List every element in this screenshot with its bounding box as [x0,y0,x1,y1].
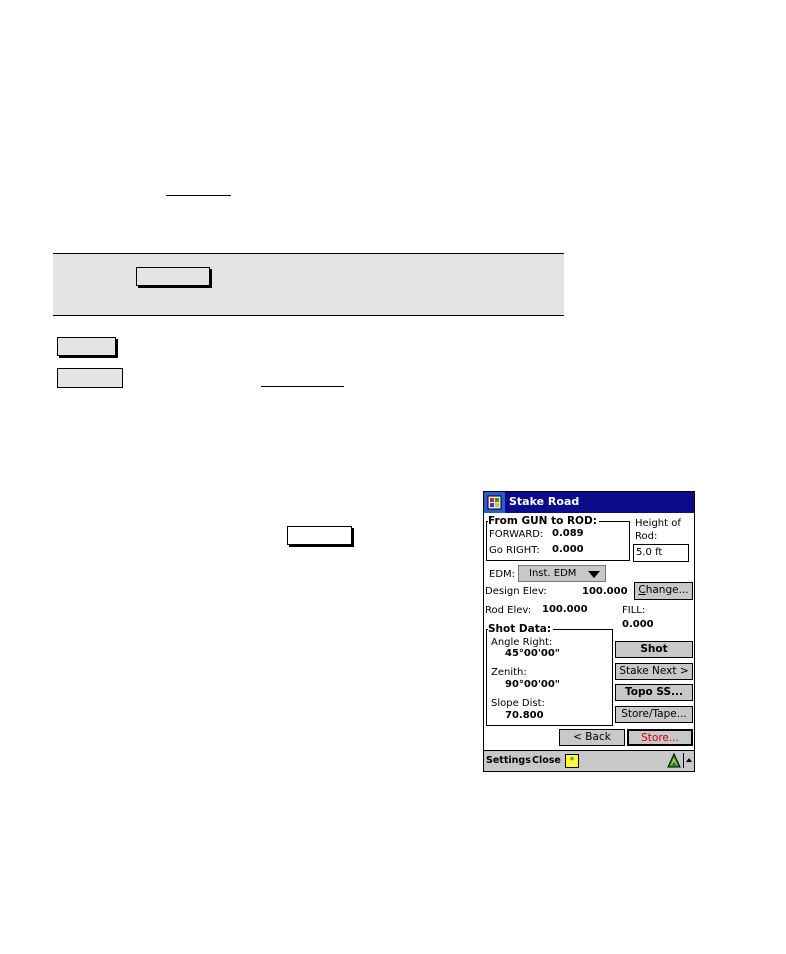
change-rest: hange... [645,584,689,596]
from-gun-label: From GUN to ROD: [488,515,599,527]
blank-key-box-4 [287,526,352,545]
keyboard-sip-icon[interactable]: * [565,754,579,768]
blank-key-box-3 [57,368,123,388]
topo-ss-button[interactable]: Topo SS... [615,684,693,701]
forward-label: FORWARD: [489,529,544,540]
blank-key-box-1 [136,267,210,286]
chevron-down-icon [588,571,600,578]
design-elev-value: 100.000 [582,586,628,597]
windows-flag-icon[interactable] [484,492,505,513]
title-bar: Stake Road [484,492,694,513]
taskbar: Settings Close * [484,750,694,771]
angle-right-label: Angle Right: [491,637,553,648]
blank-underline-1 [166,195,231,196]
shot-button[interactable]: Shot [615,641,693,658]
edm-label: EDM: [489,569,516,580]
height-of-rod-input[interactable]: 5.0 ft [633,544,689,562]
go-right-value: 0.000 [552,544,584,555]
store-button[interactable]: Store... [627,729,693,746]
edm-selected-value: Inst. EDM [529,568,577,579]
rod-elev-value: 100.000 [542,604,588,615]
window-title: Stake Road [509,495,580,508]
fill-label: FILL: [622,605,646,616]
change-button[interactable]: Change... [634,582,693,600]
stake-next-button[interactable]: Stake Next > [615,663,693,680]
fill-value: 0.000 [622,619,654,630]
height-of-rod-label: Height of [635,518,681,529]
triangle-status-icon[interactable] [667,752,681,771]
store-tape-button[interactable]: Store/Tape... [615,706,693,723]
up-arrow-icon[interactable] [686,758,692,762]
zenith-label: Zenith: [491,667,527,678]
height-of-rod-label-2: Rod: [635,531,658,542]
divider [683,753,684,768]
design-elev-label: Design Elev: [485,586,547,597]
forward-value: 0.089 [552,528,584,539]
device-screen: Stake Road From GUN to ROD: FORWARD: 0.0… [483,491,695,772]
shaded-band [53,253,564,316]
edm-dropdown[interactable]: Inst. EDM [518,565,606,582]
slope-dist-label: Slope Dist: [491,698,545,709]
angle-right-value: 45°00'00" [505,648,561,659]
shot-data-label: Shot Data: [488,623,554,635]
slope-dist-value: 70.800 [505,710,544,721]
blank-underline-2 [261,386,344,387]
back-button[interactable]: < Back [559,729,625,746]
go-right-label: Go RIGHT: [489,545,540,556]
zenith-value: 90°00'00" [505,679,561,690]
settings-menu[interactable]: Settings [486,755,531,766]
blank-key-box-2 [57,337,116,356]
rod-elev-label: Rod Elev: [485,605,532,616]
change-mnemonic: C [638,584,646,596]
close-menu[interactable]: Close [532,755,561,766]
